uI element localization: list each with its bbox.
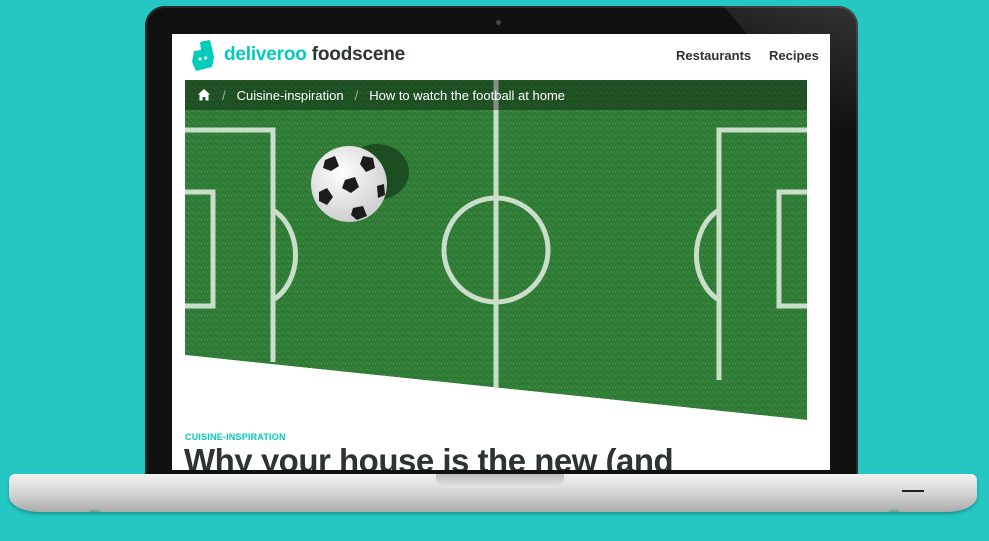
football-pitch-image xyxy=(185,80,807,435)
hero-image: / Cuisine-inspiration / How to watch the… xyxy=(185,80,807,435)
nav-link-recipes[interactable]: Recipes xyxy=(769,48,819,63)
deliveroo-logo-icon[interactable] xyxy=(186,40,218,72)
laptop-foot-left xyxy=(90,510,100,512)
brand-wordmark[interactable]: deliveroo foodscene xyxy=(224,44,405,66)
home-icon[interactable] xyxy=(197,88,211,102)
webcam xyxy=(496,20,501,25)
laptop-screen: deliveroo foodscene Restaurants Recipes xyxy=(172,34,830,470)
laptop-foot-right xyxy=(889,510,899,512)
brand-name-deliveroo: deliveroo xyxy=(224,44,307,65)
laptop-notch xyxy=(436,474,564,488)
article-headline: Why your house is the new (and xyxy=(184,442,674,470)
navbar: deliveroo foodscene Restaurants Recipes xyxy=(172,34,830,80)
breadcrumb-separator: / xyxy=(222,87,226,103)
sleep-indicator xyxy=(902,490,924,492)
article-category[interactable]: CUISINE-INSPIRATION xyxy=(185,432,286,442)
breadcrumb-item-cuisine-inspiration[interactable]: Cuisine-inspiration xyxy=(237,88,344,103)
breadcrumb: / Cuisine-inspiration / How to watch the… xyxy=(185,80,807,110)
brand-name-foodscene: foodscene xyxy=(311,44,405,65)
nav-link-restaurants[interactable]: Restaurants xyxy=(676,48,751,63)
breadcrumb-separator: / xyxy=(354,87,359,103)
breadcrumb-item-current: How to watch the football at home xyxy=(369,87,566,103)
